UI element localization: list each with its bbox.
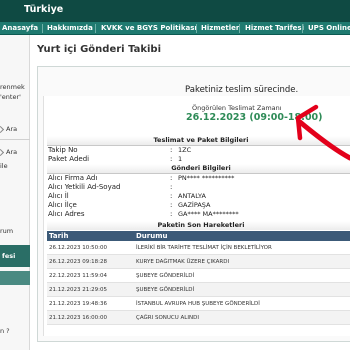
sidebar-link-ara[interactable]: Ara <box>6 148 17 156</box>
receiver-address-value: GA**** MA******** <box>178 210 239 218</box>
receiver-district-label: Alıcı İlçe <box>48 201 77 209</box>
row-status: ŞUBEYE GÖNDERİLDİ <box>136 287 195 293</box>
sidebar-item-active[interactable]: fesi <box>0 245 30 267</box>
sidebar-text: n ? <box>0 327 10 335</box>
colon: : <box>170 201 173 209</box>
chevron-right-icon <box>0 125 5 134</box>
receiver-contact-label: Alıcı Yetkili Ad-Soyad <box>48 183 121 191</box>
package-count-label: Paket Adedi <box>48 155 90 163</box>
sidebar-item[interactable] <box>0 271 30 285</box>
table-row: 21.12.2023 19:48:36 İSTANBUL AVRUPA HUB … <box>47 297 350 311</box>
colon: : <box>170 210 173 218</box>
estimated-delivery-label: Öngörülen Teslimat Zamanı <box>192 104 282 112</box>
nav-item-anasayfa[interactable]: Anasayfa <box>2 24 38 32</box>
receiver-company-label: Alıcı Firma Adı <box>48 174 98 182</box>
table-header-row: Tarih Durumu <box>47 231 350 241</box>
row-date: 22.12.2023 11:59:04 <box>49 273 107 279</box>
delivery-status-title: Paketiniz teslim sürecinde. <box>185 85 299 95</box>
row-date: 26.12.2023 10:50:00 <box>49 245 107 251</box>
nav-item-kvkk[interactable]: KVKK ve BGYS Politikası <box>101 24 197 32</box>
tracking-number-value: 1ZC <box>178 146 192 154</box>
receiver-city-label: Alıcı İl <box>48 192 69 200</box>
chevron-right-icon <box>0 148 5 157</box>
nav-item-hizmet-tarifesi[interactable]: Hizmet Tarifesi <box>245 24 304 32</box>
receiver-company-value: PN**** ********** <box>178 174 235 182</box>
main-nav: Anasayfa Hakkımızda KVKK ve BGYS Politik… <box>0 22 350 35</box>
sidebar-text: 'enter' <box>0 93 21 101</box>
receiver-district-value: GAZİPAŞA <box>178 201 211 209</box>
row-date: 26.12.2023 09:18:28 <box>49 259 107 265</box>
sidebar-link[interactable]: rum <box>0 227 13 235</box>
nav-divider <box>95 24 96 33</box>
table-row: 21.12.2023 16:00:00 ÇAĞRI SONUCU ALINDI <box>47 311 350 325</box>
section-header-shipment: Teslimat ve Paket Bilgileri <box>47 136 350 145</box>
colon: : <box>170 174 173 182</box>
section-divider <box>47 145 350 146</box>
brand-name: Türkiye <box>24 4 64 15</box>
section-header-movements: Paketin Son Hareketleri <box>47 221 350 230</box>
table-row: 26.12.2023 09:18:28 KURYE DAĞITMAK ÜZERE… <box>47 255 350 269</box>
colon: : <box>170 183 173 191</box>
nav-item-hizmetler[interactable]: Hizmetler <box>201 24 239 32</box>
column-header-status: Durumu <box>136 232 168 240</box>
nav-item-ups-online[interactable]: UPS Online <box>308 24 350 32</box>
row-status: KURYE DAĞITMAK ÜZERE ÇIKARDI <box>136 259 230 265</box>
nav-divider <box>196 24 197 33</box>
section-header-receiver: Gönderi Bilgileri <box>47 164 350 173</box>
brand-bar: Türkiye <box>0 0 350 22</box>
sidebar-divider <box>0 139 30 140</box>
movements-table: Tarih Durumu 26.12.2023 10:50:00 İLERİKİ… <box>47 231 350 335</box>
page-title: Yurt içi Gönderi Takibi <box>37 44 162 55</box>
nav-divider <box>302 24 303 33</box>
nav-item-hakkimizda[interactable]: Hakkımızda <box>47 24 93 32</box>
nav-divider <box>42 24 43 33</box>
package-count-value: 1 <box>178 155 183 163</box>
nav-divider <box>239 24 240 33</box>
table-row: 22.12.2023 11:59:04 ŞUBEYE GÖNDERİLDİ <box>47 269 350 283</box>
tracking-number-label: Takip No <box>48 146 78 154</box>
receiver-address-label: Alıcı Adres <box>48 210 85 218</box>
row-status: İLERİKİ BİR TARİHTE TESLİMAT İÇİN BEKLET… <box>136 245 272 251</box>
colon: : <box>170 155 173 163</box>
sidebar-text: renmek <box>0 83 25 91</box>
row-date: 21.12.2023 19:48:36 <box>49 301 107 307</box>
row-date: 21.12.2023 21:29:05 <box>49 287 107 293</box>
sidebar-text: ile <box>0 162 8 170</box>
sidebar-link-ara[interactable]: Ara <box>6 125 17 133</box>
colon: : <box>170 146 173 154</box>
row-status: ÇAĞRI SONUCU ALINDI <box>136 315 199 321</box>
column-header-date: Tarih <box>49 232 69 240</box>
row-date: 21.12.2023 16:00:00 <box>49 315 107 321</box>
receiver-city-value: ANTALYA <box>178 192 206 200</box>
table-row: 21.12.2023 21:29:05 ŞUBEYE GÖNDERİLDİ <box>47 283 350 297</box>
sidebar: renmek 'enter' Ara Ara ile rum fesi n ? <box>0 35 30 350</box>
row-status: İSTANBUL AVRUPA HUB ŞUBEYE GÖNDERİLDİ <box>136 301 260 307</box>
colon: : <box>170 192 173 200</box>
estimated-delivery-value: 26.12.2023 (09:00-18:00) <box>186 112 323 123</box>
table-row: 26.12.2023 10:50:00 İLERİKİ BİR TARİHTE … <box>47 241 350 255</box>
row-status: ŞUBEYE GÖNDERİLDİ <box>136 273 195 279</box>
sidebar-item-label: fesi <box>2 252 16 260</box>
